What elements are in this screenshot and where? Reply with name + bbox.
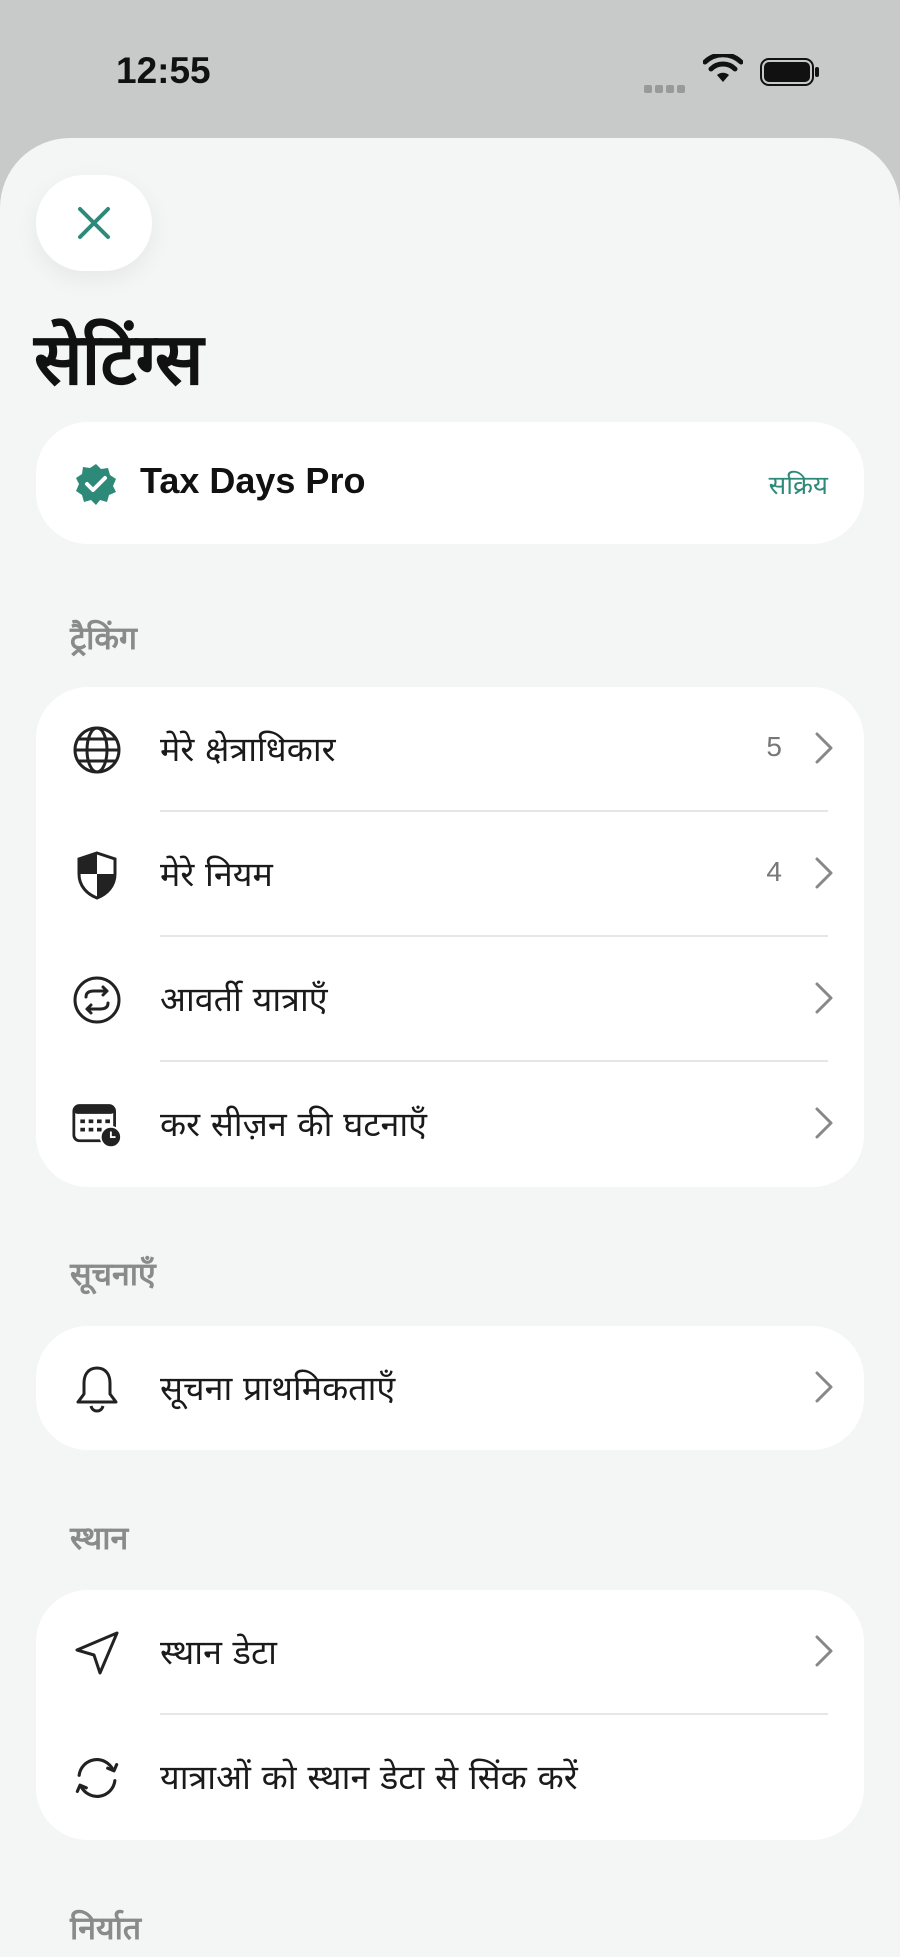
section-label-location: स्थान bbox=[70, 1519, 129, 1557]
pro-plan-name: Tax Days Pro bbox=[140, 460, 366, 501]
row-location-data[interactable]: स्थान डेटा bbox=[36, 1590, 864, 1715]
bell-icon bbox=[72, 1364, 122, 1414]
chevron-right-icon bbox=[814, 981, 834, 1019]
settings-sheet: सेटिंग्स Tax Days Pro सक्रिय ट्रैकिंग मे… bbox=[0, 138, 900, 1957]
row-recurring-trips[interactable]: आवर्ती यात्राएँ bbox=[36, 937, 864, 1062]
row-label: आवर्ती यात्राएँ bbox=[160, 980, 328, 1020]
row-tax-season-events[interactable]: कर सीज़न की घटनाएँ bbox=[36, 1062, 864, 1187]
row-label: कर सीज़न की घटनाएँ bbox=[160, 1105, 427, 1145]
wifi-icon bbox=[702, 52, 744, 88]
chevron-right-icon bbox=[814, 1370, 834, 1408]
verified-badge-icon bbox=[74, 462, 118, 510]
row-label: मेरे क्षेत्राधिकार bbox=[160, 730, 336, 770]
battery-icon bbox=[760, 58, 820, 90]
sync-icon bbox=[72, 1753, 122, 1803]
row-count: 5 bbox=[766, 731, 782, 762]
chevron-right-icon bbox=[814, 856, 834, 894]
location-arrow-icon bbox=[72, 1628, 122, 1678]
pro-subscription-card[interactable]: Tax Days Pro सक्रिय bbox=[36, 422, 864, 544]
row-label: सूचना प्राथमिकताएँ bbox=[160, 1369, 396, 1409]
row-notification-preferences[interactable]: सूचना प्राथमिकताएँ bbox=[36, 1326, 864, 1450]
close-icon bbox=[78, 207, 110, 239]
globe-icon bbox=[72, 725, 122, 775]
section-label-export: निर्यात bbox=[70, 1909, 142, 1947]
tracking-card: मेरे क्षेत्राधिकार 5 मेरे नियम 4 आवर्ती … bbox=[36, 687, 864, 1187]
chevron-right-icon bbox=[814, 731, 834, 769]
row-label: स्थान डेटा bbox=[160, 1633, 277, 1673]
close-button[interactable] bbox=[36, 175, 152, 271]
section-label-notifications: सूचनाएँ bbox=[70, 1255, 156, 1293]
calendar-clock-icon bbox=[72, 1100, 122, 1150]
chevron-right-icon bbox=[814, 1106, 834, 1144]
row-my-rules[interactable]: मेरे नियम 4 bbox=[36, 812, 864, 937]
status-time: 12:55 bbox=[116, 50, 211, 91]
section-label-tracking: ट्रैकिंग bbox=[70, 619, 138, 657]
status-bar: 12:55 bbox=[0, 0, 900, 140]
row-count: 4 bbox=[766, 856, 782, 887]
chevron-right-icon bbox=[814, 1634, 834, 1672]
row-sync-trips-location[interactable]: यात्राओं को स्थान डेटा से सिंक करें bbox=[36, 1715, 864, 1840]
cellular-signal-icon bbox=[644, 78, 688, 97]
shield-icon bbox=[72, 850, 122, 900]
row-label: मेरे नियम bbox=[160, 855, 273, 895]
row-label: यात्राओं को स्थान डेटा से सिंक करें bbox=[160, 1758, 578, 1798]
page-title: सेटिंग्स bbox=[34, 317, 204, 401]
repeat-icon bbox=[72, 975, 122, 1025]
pro-status-badge: सक्रिय bbox=[768, 471, 828, 501]
location-card: स्थान डेटा यात्राओं को स्थान डेटा से सिं… bbox=[36, 1590, 864, 1840]
row-my-jurisdictions[interactable]: मेरे क्षेत्राधिकार 5 bbox=[36, 687, 864, 812]
notifications-card: सूचना प्राथमिकताएँ bbox=[36, 1326, 864, 1450]
